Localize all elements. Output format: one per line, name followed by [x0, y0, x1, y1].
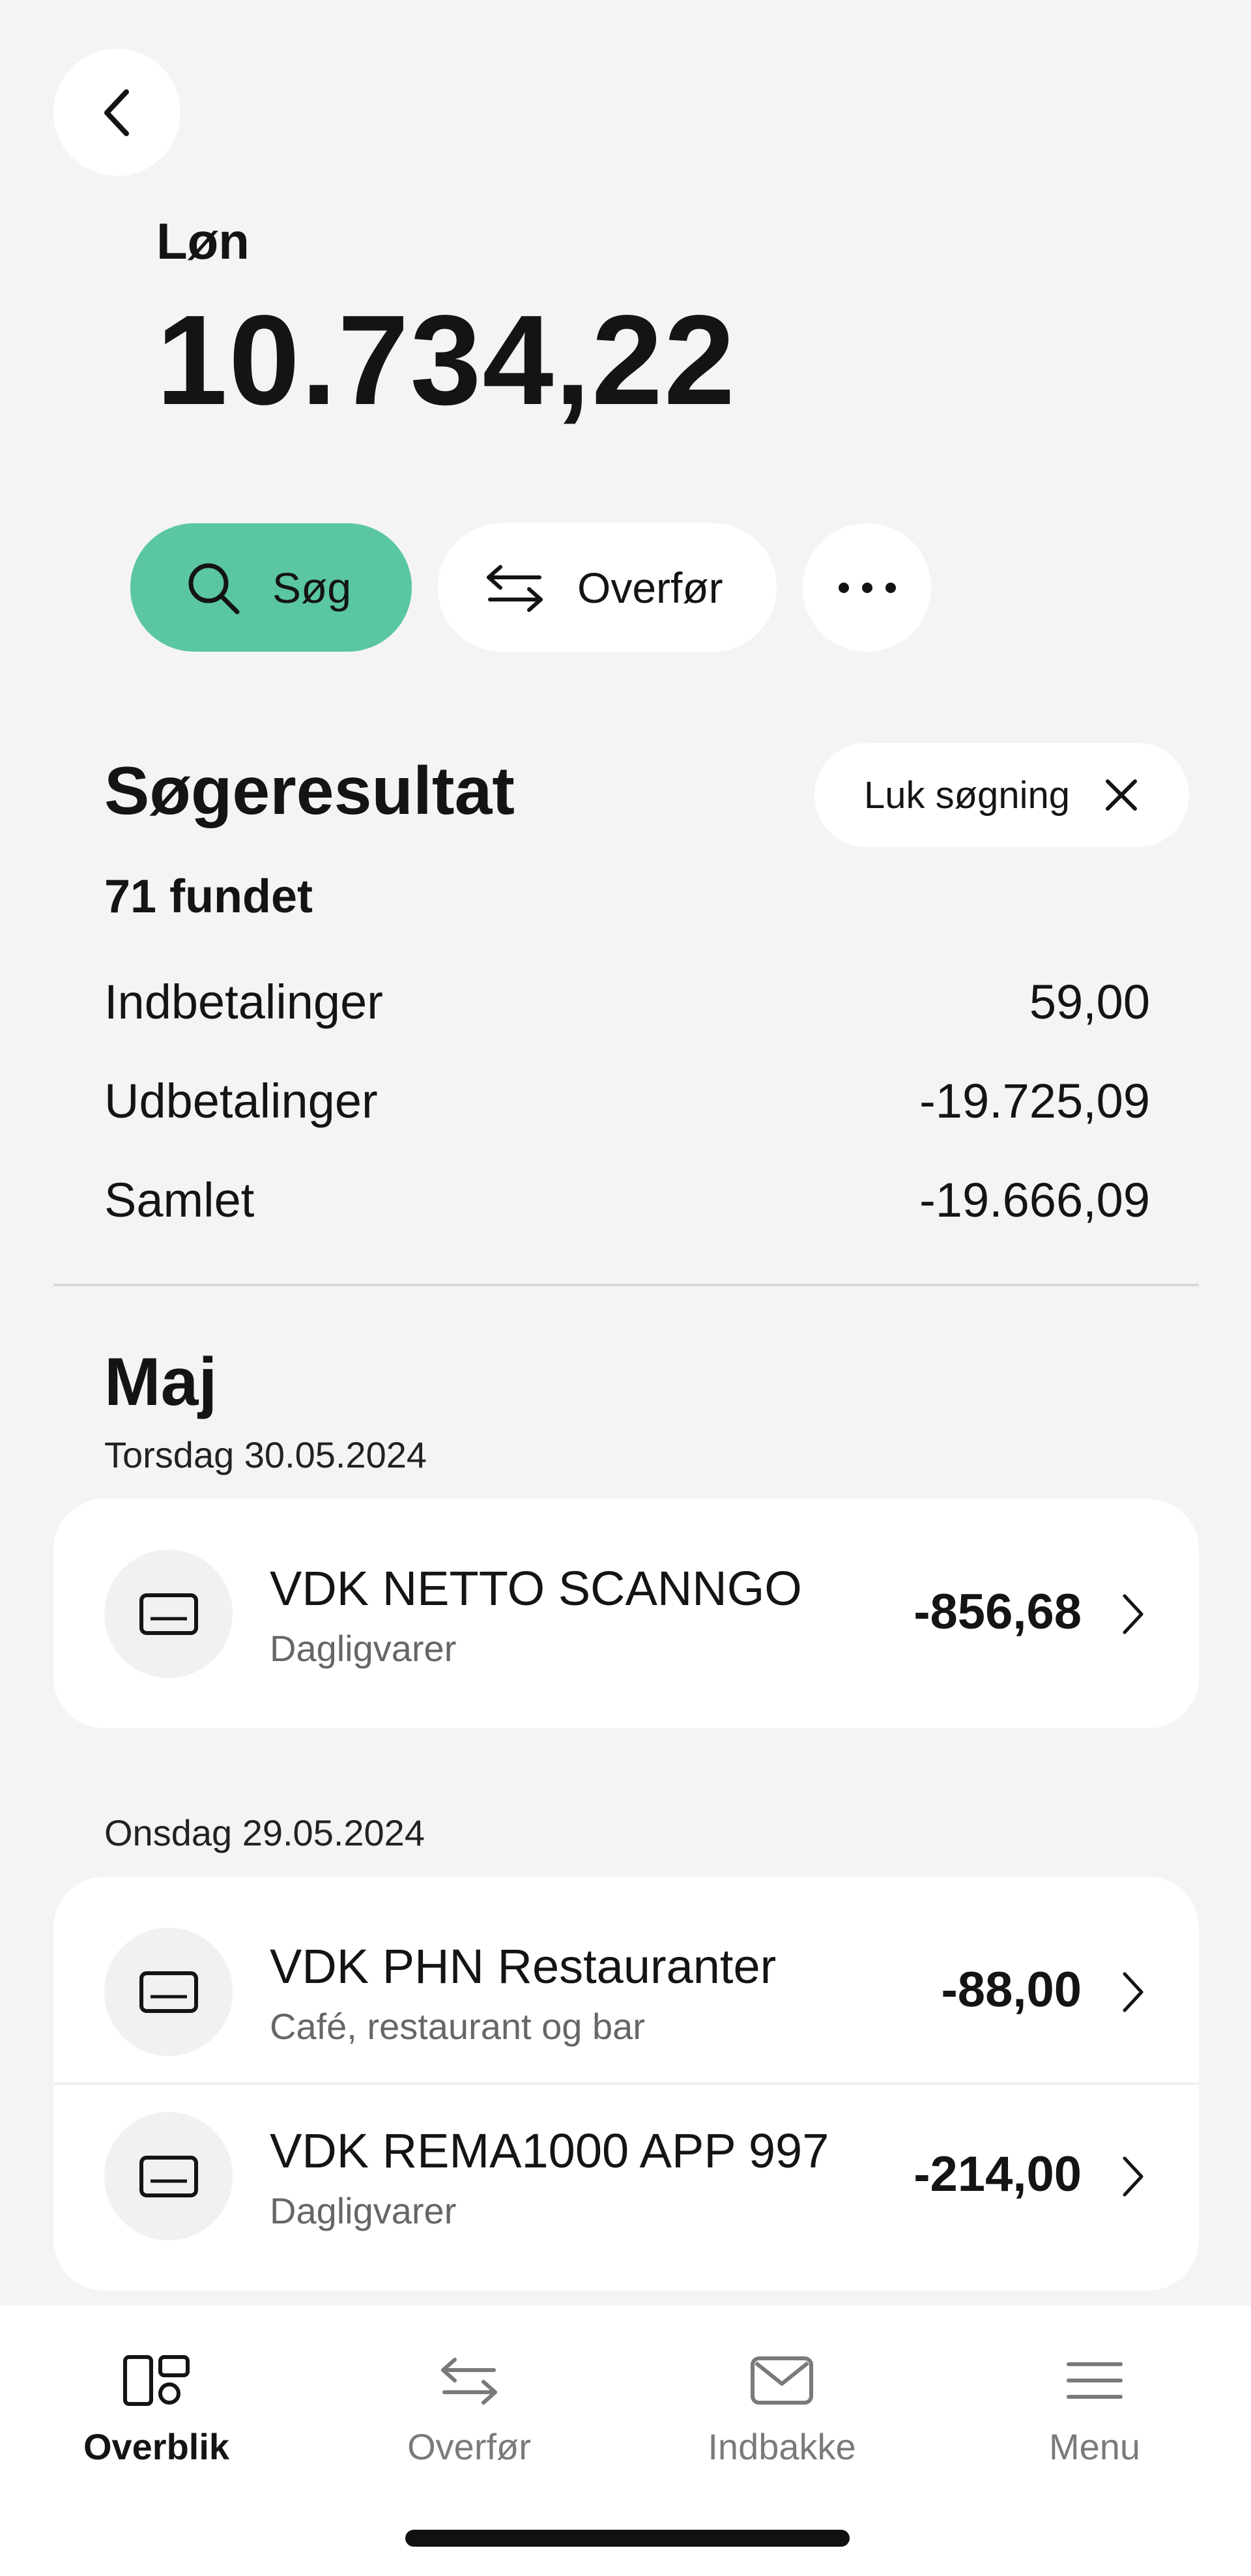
transfer-arrows-icon [482, 562, 547, 614]
transaction-card: VDK PHN Restauranter Café, restaurant og… [53, 1877, 1199, 2291]
transaction-amount: -214,00 [913, 2147, 1082, 2202]
transaction-row[interactable]: VDK REMA1000 APP 997 Dagligvarer -214,00 [53, 2084, 1199, 2268]
chevron-right-icon [1119, 2154, 1145, 2199]
hamburger-menu-icon [1066, 2338, 1123, 2423]
transaction-amount: -856,68 [913, 1584, 1082, 1640]
nav-label: Overblik [83, 2426, 230, 2467]
summary-label: Samlet [104, 1173, 255, 1227]
nav-item-menu[interactable]: Menu [938, 2338, 1251, 2468]
payment-card-icon [104, 1928, 233, 2056]
summary-value: -19.725,09 [919, 1074, 1150, 1128]
chevron-right-icon [1119, 1970, 1145, 2014]
summary-label: Udbetalinger [104, 1074, 378, 1128]
nav-item-overview[interactable]: Overblik [0, 2338, 313, 2468]
account-balance: 10.734,22 [156, 289, 736, 431]
chevron-left-icon [100, 87, 134, 139]
search-button-label: Søg [272, 563, 352, 612]
more-dots-icon [837, 581, 897, 594]
payment-card-icon [104, 1550, 233, 1678]
close-search-button[interactable]: Luk søgning [814, 743, 1189, 847]
home-indicator [405, 2530, 850, 2547]
account-search-screen: Løn 10.734,22 Søg Overfør Søgeresultat L… [0, 0, 1251, 2576]
overview-icon [122, 2338, 190, 2423]
payment-card-icon [104, 2112, 233, 2240]
transaction-merchant: VDK NETTO SCANNGO [270, 1561, 802, 1615]
transaction-row[interactable]: VDK PHN Restauranter Café, restaurant og… [53, 1900, 1199, 2083]
summary-row-payments: Udbetalinger -19.725,09 [104, 1073, 1150, 1129]
summary-value: -19.666,09 [919, 1173, 1150, 1227]
envelope-icon [749, 2338, 814, 2423]
date-heading: Onsdag 29.05.2024 [104, 1812, 425, 1853]
found-count: 71 fundet [104, 871, 313, 923]
nav-label: Menu [1048, 2426, 1141, 2467]
transaction-amount: -88,00 [941, 1962, 1082, 2018]
close-search-label: Luk søgning [864, 774, 1070, 817]
summary-row-deposits: Indbetalinger 59,00 [104, 974, 1150, 1030]
close-icon [1104, 777, 1139, 813]
more-button[interactable] [803, 523, 931, 652]
summary-row-total: Samlet -19.666,09 [104, 1172, 1150, 1228]
search-result-title: Søgeresultat [104, 753, 515, 829]
back-button[interactable] [53, 49, 180, 176]
search-button[interactable]: Søg [130, 523, 412, 652]
nav-label: Overfør [407, 2426, 531, 2467]
summary-value: 59,00 [1029, 975, 1150, 1029]
month-heading: Maj [104, 1344, 218, 1420]
transaction-category: Dagligvarer [270, 2190, 457, 2231]
transaction-card: VDK NETTO SCANNGO Dagligvarer -856,68 [53, 1499, 1199, 1728]
transaction-row[interactable]: VDK NETTO SCANNGO Dagligvarer -856,68 [53, 1522, 1199, 1705]
nav-label: Indbakke [708, 2426, 856, 2467]
transaction-merchant: VDK PHN Restauranter [270, 1939, 777, 1993]
transfer-button[interactable]: Overfør [438, 523, 777, 652]
chevron-right-icon [1119, 1592, 1145, 1636]
transfer-arrows-icon [437, 2338, 502, 2423]
transaction-category: Café, restaurant og bar [270, 2006, 645, 2047]
transaction-category: Dagligvarer [270, 1628, 457, 1669]
summary-label: Indbetalinger [104, 975, 383, 1029]
transaction-merchant: VDK REMA1000 APP 997 [270, 2124, 829, 2178]
search-icon [184, 558, 242, 617]
nav-item-transfer[interactable]: Overfør [313, 2338, 626, 2468]
transfer-button-label: Overfør [577, 563, 723, 612]
section-divider [53, 1284, 1199, 1286]
nav-item-inbox[interactable]: Indbakke [626, 2338, 938, 2468]
account-name: Løn [156, 212, 250, 270]
date-heading: Torsdag 30.05.2024 [104, 1434, 427, 1475]
